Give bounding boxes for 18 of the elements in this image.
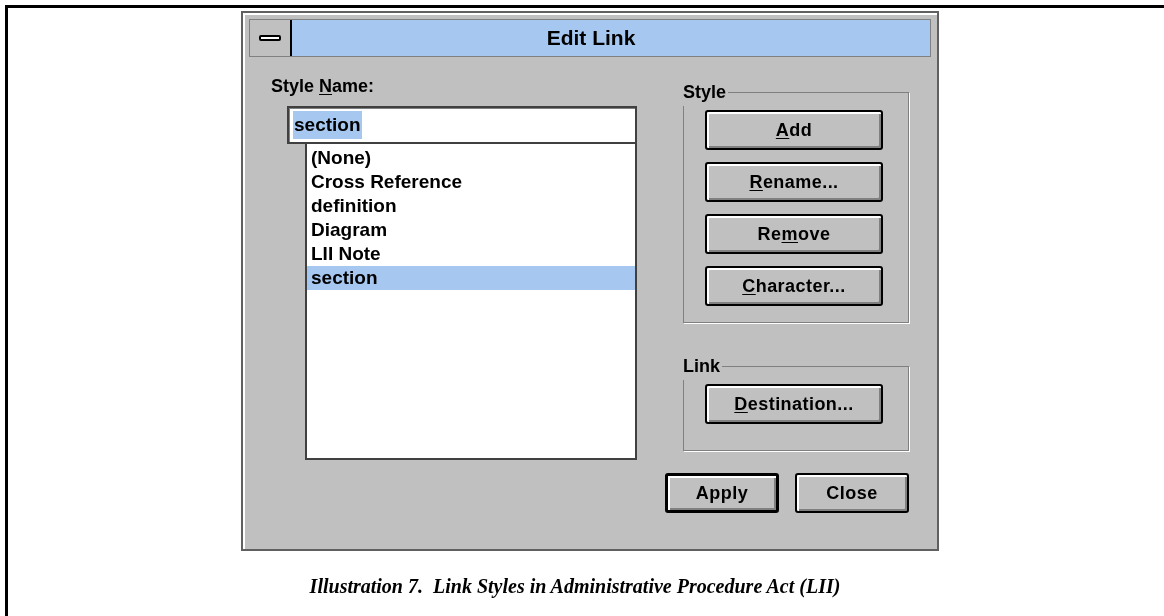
field-value: section	[293, 110, 362, 140]
style-list[interactable]: (None) Cross Reference definition Diagram LII Note section	[305, 144, 637, 460]
list-item[interactable]: section	[307, 266, 635, 290]
dialog-button[interactable]: Character...	[705, 266, 883, 306]
dialog-button[interactable]: Destination...	[705, 384, 883, 424]
window-title: Edit Link	[546, 25, 636, 52]
dialog-button[interactable]: Apply	[665, 473, 779, 513]
group-title: Link	[683, 355, 721, 378]
field-label: Style Name:	[271, 75, 376, 98]
minus-icon	[259, 35, 281, 41]
dialog-button[interactable]: Remove	[705, 214, 883, 254]
dialog-button[interactable]: Add	[705, 110, 883, 150]
group-title: Style	[683, 81, 728, 104]
dialog-button[interactable]: Close	[795, 473, 909, 513]
system-menu-button[interactable]	[250, 20, 292, 56]
style-name-field[interactable]: section	[287, 106, 637, 144]
figure-caption: Illustration 7. Link Styles in Administrative Procedure Act (LII)	[309, 574, 841, 600]
dialog-button[interactable]: Rename...	[705, 162, 883, 202]
